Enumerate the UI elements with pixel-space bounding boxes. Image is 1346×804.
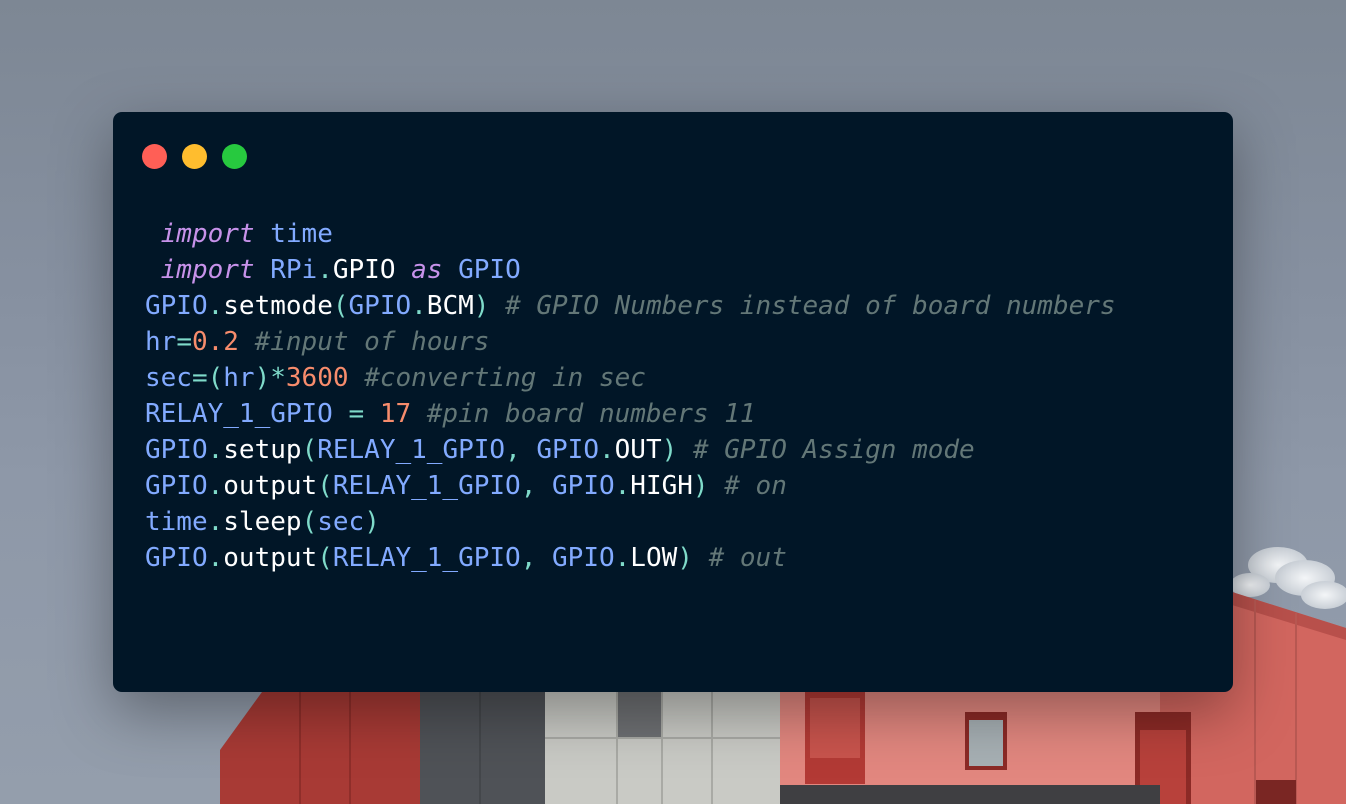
- code-token: # out: [708, 543, 787, 573]
- code-token: GPIO: [552, 471, 615, 501]
- maximize-window-icon[interactable]: [222, 144, 247, 169]
- code-token: GPIO: [536, 435, 599, 465]
- code-token: =: [176, 327, 192, 357]
- code-line: GPIO.output(RELAY_1_GPIO, GPIO.LOW) # ou…: [145, 540, 1116, 576]
- code-line: import RPi.GPIO as GPIO: [145, 252, 1116, 288]
- code-token: ): [364, 507, 380, 537]
- code-token: RELAY_1_GPIO: [332, 471, 521, 501]
- code-token: (: [301, 435, 318, 465]
- code-token: ): [677, 543, 693, 573]
- code-token: GPIO: [332, 255, 396, 285]
- code-line: RELAY_1_GPIO = 17 #pin board numbers 11: [145, 396, 1116, 432]
- code-token: setup: [223, 435, 302, 465]
- code-token: # GPIO Assign mode: [692, 435, 975, 465]
- code-token: (: [317, 543, 333, 573]
- code-token: RPi: [270, 255, 318, 285]
- code-token: # GPIO Numbers instead of board numbers: [505, 291, 1116, 321]
- code-token: (: [301, 507, 318, 537]
- code-token: 0.2: [191, 327, 239, 357]
- code-token: # on: [724, 471, 787, 501]
- code-token: #input of hours: [254, 327, 490, 357]
- code-token: =: [348, 399, 365, 429]
- code-token: .: [614, 543, 631, 573]
- code-token: GPIO: [145, 291, 208, 321]
- code-token: output: [223, 471, 318, 501]
- code-token: sleep: [223, 507, 302, 537]
- code-line: GPIO.setup(RELAY_1_GPIO, GPIO.OUT) # GPI…: [145, 432, 1116, 468]
- code-token: (: [332, 291, 349, 321]
- code-token: GPIO: [145, 435, 208, 465]
- code-token: GPIO: [145, 471, 208, 501]
- code-token: .: [614, 471, 631, 501]
- code-line: time.sleep(sec): [145, 504, 1116, 540]
- code-token: .: [207, 507, 224, 537]
- code-token: GPIO: [458, 255, 521, 285]
- code-token: ,: [520, 471, 553, 501]
- close-window-icon[interactable]: [142, 144, 167, 169]
- code-token: as: [411, 255, 443, 285]
- code-token: .: [207, 435, 224, 465]
- code-token: ): [661, 435, 678, 465]
- code-token: output: [223, 543, 318, 573]
- code-token: .: [599, 435, 615, 465]
- code-token: .: [411, 291, 427, 321]
- code-token: time: [270, 219, 333, 249]
- code-line: GPIO.setmode(GPIO.BCM) # GPIO Numbers in…: [145, 288, 1116, 324]
- code-token: 3600: [285, 363, 349, 393]
- code-token: RELAY_1_GPIO: [145, 399, 333, 429]
- code-token: )*: [254, 363, 286, 393]
- code-token: LOW: [630, 543, 678, 573]
- code-line: import time: [145, 216, 1116, 252]
- code-token: 17: [379, 399, 412, 429]
- code-token: ,: [520, 543, 553, 573]
- code-token: GPIO: [348, 291, 412, 321]
- code-token: RELAY_1_GPIO: [332, 543, 521, 573]
- code-token: .: [317, 255, 333, 285]
- code-token: GPIO: [552, 543, 615, 573]
- code-line: GPIO.output(RELAY_1_GPIO, GPIO.HIGH) # o…: [145, 468, 1116, 504]
- code-token: #converting in sec: [364, 363, 646, 393]
- code-token: =(: [191, 363, 224, 393]
- code-token: ): [692, 471, 709, 501]
- code-token: HIGH: [630, 471, 693, 501]
- code-token: hr: [223, 363, 255, 393]
- code-token: OUT: [614, 435, 662, 465]
- code-token: #pin board numbers 11: [426, 399, 756, 429]
- code-token: (: [317, 471, 333, 501]
- code-token: setmode: [223, 291, 333, 321]
- code-line: hr=0.2 #input of hours: [145, 324, 1116, 360]
- code-token: .: [207, 291, 224, 321]
- minimize-window-icon[interactable]: [182, 144, 207, 169]
- code-token: import: [145, 219, 255, 249]
- code-token: hr: [145, 327, 177, 357]
- code-token: ): [473, 291, 490, 321]
- code-token: ,: [505, 435, 537, 465]
- code-token: .: [207, 543, 224, 573]
- code-token: import: [145, 255, 255, 285]
- code-token: time: [145, 507, 208, 537]
- code-token: GPIO: [145, 543, 208, 573]
- code-token: BCM: [426, 291, 474, 321]
- code-token: .: [207, 471, 224, 501]
- code-line: sec=(hr)*3600 #converting in sec: [145, 360, 1116, 396]
- code-token: sec: [317, 507, 365, 537]
- code-block: import time import RPi.GPIO as GPIO GPIO.…: [145, 216, 1116, 576]
- code-token: sec: [145, 363, 192, 393]
- code-token: RELAY_1_GPIO: [317, 435, 506, 465]
